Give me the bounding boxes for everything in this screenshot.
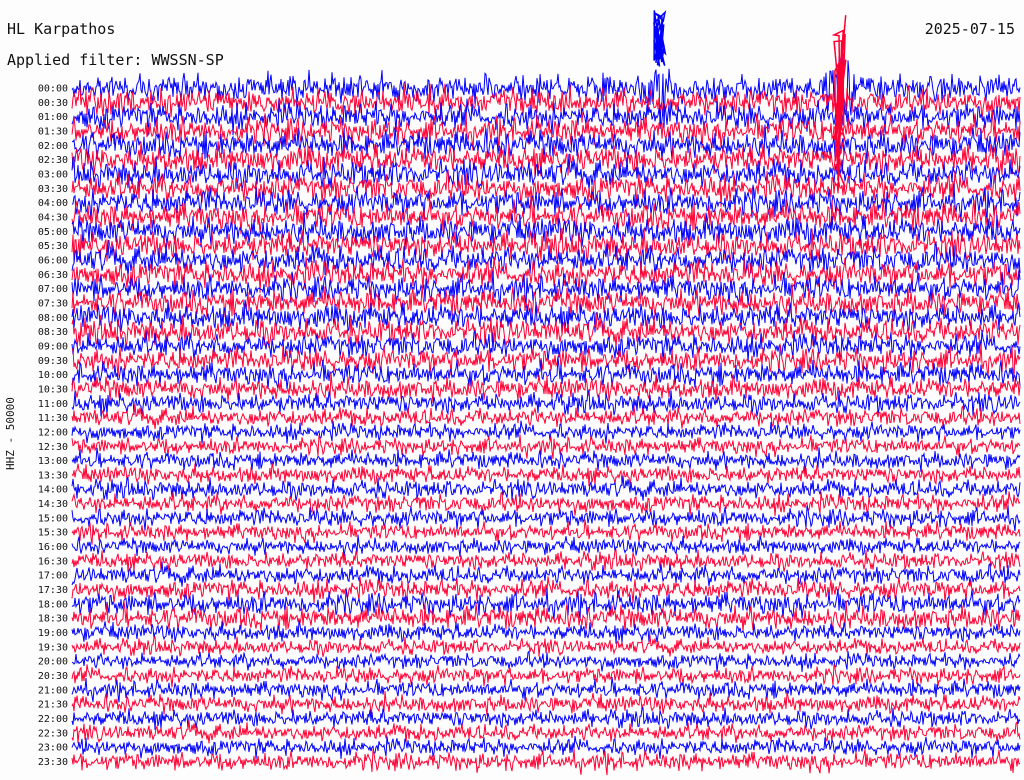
trace-row-1200: [71, 420, 1021, 444]
time-tick-label: 16:00: [38, 542, 68, 553]
time-tick-label: 08:00: [38, 313, 68, 324]
time-tick-label: 18:30: [38, 614, 68, 625]
time-tick-label: 12:00: [38, 427, 68, 438]
trace-row-2000: [71, 650, 1021, 673]
trace-row-1530: [71, 519, 1021, 545]
time-tick-label: 23:30: [38, 757, 68, 768]
time-tick-label: 10:00: [38, 370, 68, 381]
time-tick-label: 03:30: [38, 184, 68, 195]
time-tick-label: 03:00: [38, 169, 68, 180]
time-tick-label: 00:00: [38, 84, 68, 95]
trace-row-1500: [71, 505, 1021, 532]
time-tick-label: 01:00: [38, 112, 68, 123]
time-tick-label: 02:30: [38, 155, 68, 166]
trace-row-1430: [71, 490, 1021, 517]
trace-row-1630: [71, 549, 1021, 573]
time-tick-label: 11:30: [38, 413, 68, 424]
time-tick-label: 10:30: [38, 384, 68, 395]
time-tick-label: 12:30: [38, 442, 68, 453]
time-tick-label: 05:00: [38, 227, 68, 238]
time-tick-label: 09:00: [38, 341, 68, 352]
time-tick-label: 19:30: [38, 642, 68, 653]
helicorder-view: HL Karpathos 2025-07-15 Applied filter: …: [0, 0, 1024, 780]
time-tick-label: 20:00: [38, 657, 68, 668]
time-tick-label: 17:30: [38, 585, 68, 596]
time-tick-label: 22:30: [38, 728, 68, 739]
time-tick-label: 11:00: [38, 399, 68, 410]
helicorder-plot: 00:00 00:30 01:00 01:30 02:00 02:30 03:00 03:30…: [38, 10, 1021, 776]
time-tick-label: 16:30: [38, 556, 68, 567]
trace-row-1100: [71, 389, 1021, 417]
trace-row-2330: [71, 748, 1021, 776]
time-tick-label: 09:30: [38, 356, 68, 367]
trace-row-2300: [71, 735, 1021, 760]
time-tick-label: 23:00: [38, 743, 68, 754]
event-spike: [653, 10, 667, 67]
time-tick-label: 18:00: [38, 599, 68, 610]
time-tick-label: 07:00: [38, 284, 68, 295]
time-tick-label: 04:00: [38, 198, 68, 209]
time-tick-label: 05:30: [38, 241, 68, 252]
time-tick-label: 01:30: [38, 126, 68, 137]
time-tick-label: 06:30: [38, 270, 68, 281]
time-tick-label: 04:30: [38, 212, 68, 223]
time-tick-label: 19:00: [38, 628, 68, 639]
time-tick-label: 14:30: [38, 499, 68, 510]
time-tick-label: 07:30: [38, 298, 68, 309]
time-tick-label: 21:30: [38, 700, 68, 711]
trace-row-2030: [71, 664, 1021, 688]
trace-row-2200: [71, 706, 1021, 730]
time-tick-label: 14:00: [38, 485, 68, 496]
time-tick-label: 02:00: [38, 141, 68, 152]
trace-row-1600: [71, 534, 1021, 557]
trace-row-1900: [71, 620, 1021, 644]
trace-row-1300: [71, 447, 1021, 472]
time-tick-label: 21:00: [38, 685, 68, 696]
trace-row-1230: [71, 434, 1021, 459]
time-tick-label: 06:00: [38, 255, 68, 266]
time-tick-label: 13:00: [38, 456, 68, 467]
time-tick-label: 00:30: [38, 98, 68, 109]
time-tick-label: 17:00: [38, 571, 68, 582]
time-tick-label: 20:30: [38, 671, 68, 682]
time-tick-label: 13:30: [38, 470, 68, 481]
time-tick-label: 15:30: [38, 528, 68, 539]
time-tick-label: 15:00: [38, 513, 68, 524]
trace-row-2230: [71, 720, 1021, 744]
time-tick-label: 08:30: [38, 327, 68, 338]
time-tick-label: 22:00: [38, 714, 68, 725]
